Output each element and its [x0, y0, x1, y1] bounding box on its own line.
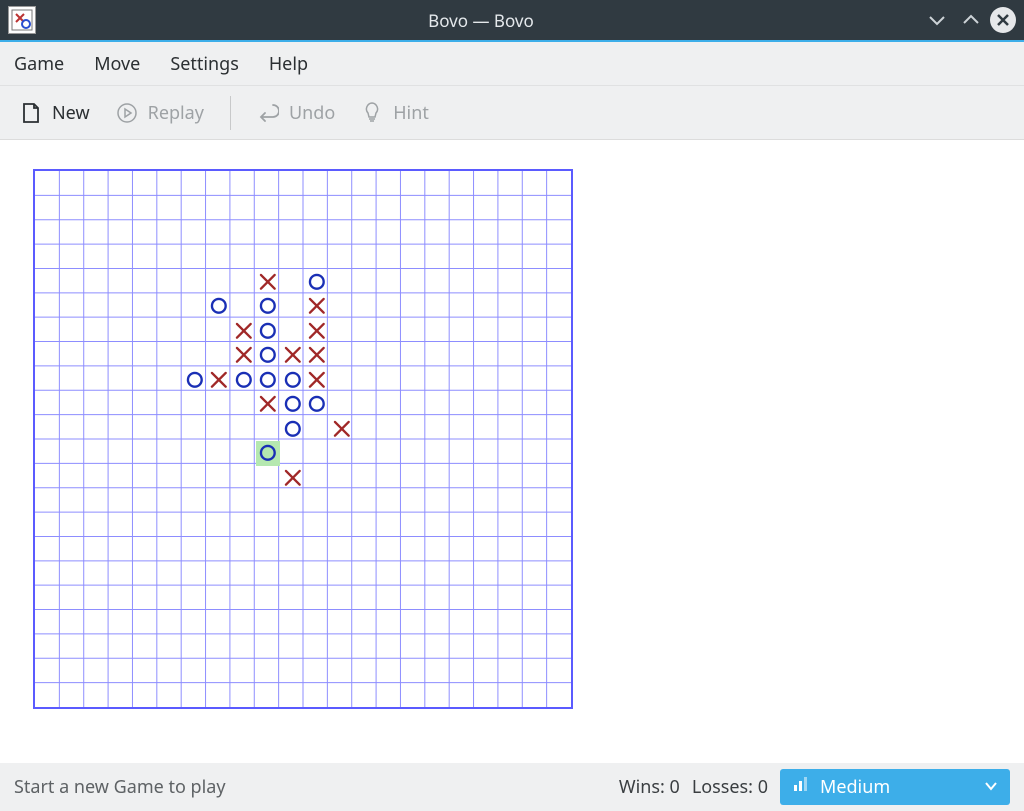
o-mark-cell[interactable] — [280, 416, 305, 441]
new-document-icon — [20, 102, 42, 124]
difficulty-selector[interactable]: Medium — [780, 769, 1010, 805]
losses-label: Losses: — [692, 775, 753, 799]
app-icon — [8, 6, 36, 34]
statusbar: Start a new Game to play Wins: 0 Losses:… — [0, 763, 1024, 811]
o-mark-cell[interactable] — [256, 343, 281, 368]
menubar: Game Move Settings Help — [0, 42, 1024, 86]
menu-game[interactable]: Game — [14, 52, 64, 76]
game-board[interactable] — [33, 169, 573, 709]
x-mark-cell[interactable] — [330, 416, 355, 441]
game-area — [8, 148, 1016, 763]
o-mark-cell[interactable] — [256, 367, 281, 392]
toolbar: New Replay Undo Hint — [0, 86, 1024, 140]
status-message: Start a new Game to play — [14, 775, 607, 799]
x-mark-cell[interactable] — [256, 392, 281, 417]
undo-icon — [257, 102, 279, 124]
titlebar: Bovo — Bovo — [0, 0, 1024, 42]
undo-label: Undo — [289, 101, 335, 125]
play-circle-icon — [116, 102, 138, 124]
new-label: New — [52, 101, 90, 125]
chevron-down-icon — [984, 775, 998, 799]
o-mark-cell[interactable] — [280, 367, 305, 392]
hint-label: Hint — [393, 101, 429, 125]
o-mark-cell[interactable] — [280, 392, 305, 417]
x-mark-cell[interactable] — [305, 294, 330, 319]
o-mark-cell[interactable] — [305, 392, 330, 417]
x-mark-cell[interactable] — [231, 318, 256, 343]
menu-settings[interactable]: Settings — [170, 52, 239, 76]
x-mark-cell[interactable] — [231, 343, 256, 368]
x-mark-cell[interactable] — [256, 269, 281, 294]
lightbulb-icon — [361, 102, 383, 124]
menu-move[interactable]: Move — [94, 52, 140, 76]
o-mark-cell[interactable] — [256, 441, 281, 466]
x-mark-cell[interactable] — [207, 367, 232, 392]
hint-button[interactable]: Hint — [361, 101, 429, 125]
toolbar-separator — [230, 96, 231, 130]
replay-label: Replay — [148, 101, 204, 125]
o-mark-cell[interactable] — [305, 269, 330, 294]
replay-button[interactable]: Replay — [116, 101, 204, 125]
x-mark-cell[interactable] — [305, 367, 330, 392]
o-mark-cell[interactable] — [256, 294, 281, 319]
x-mark-cell[interactable] — [305, 343, 330, 368]
x-mark-cell[interactable] — [305, 318, 330, 343]
difficulty-label: Medium — [820, 775, 890, 799]
wins-value: 0 — [670, 775, 680, 799]
minimize-button[interactable] — [922, 5, 952, 35]
new-button[interactable]: New — [20, 101, 90, 125]
window-title: Bovo — Bovo — [44, 9, 918, 32]
o-mark-cell[interactable] — [231, 367, 256, 392]
o-mark-cell[interactable] — [207, 294, 232, 319]
losses-stat: Losses: 0 — [692, 775, 768, 799]
o-mark-cell[interactable] — [256, 318, 281, 343]
losses-value: 0 — [758, 775, 768, 799]
wins-stat: Wins: 0 — [619, 775, 680, 799]
undo-button[interactable]: Undo — [257, 101, 335, 125]
bars-icon — [792, 775, 810, 799]
o-mark-cell[interactable] — [182, 367, 207, 392]
maximize-button[interactable] — [956, 5, 986, 35]
x-mark-cell[interactable] — [280, 343, 305, 368]
wins-label: Wins: — [619, 775, 665, 799]
x-mark-cell[interactable] — [280, 466, 305, 491]
menu-help[interactable]: Help — [269, 52, 308, 76]
close-button[interactable] — [990, 7, 1016, 33]
